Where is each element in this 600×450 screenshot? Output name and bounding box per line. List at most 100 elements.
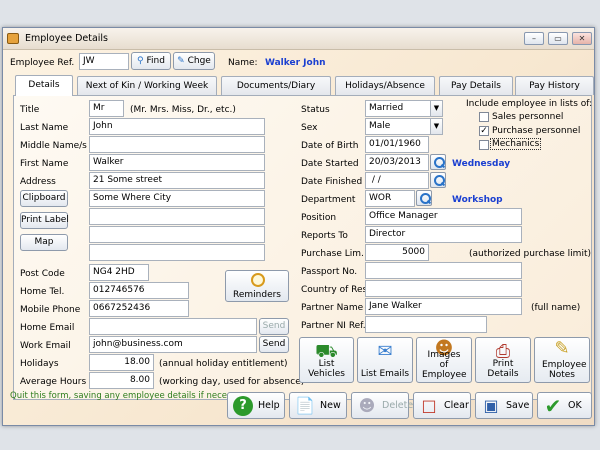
clear-icon: □ — [421, 396, 437, 415]
close-button[interactable]: ✕ — [572, 32, 592, 45]
country-input[interactable] — [365, 280, 522, 297]
holidays-input[interactable]: 18.00 — [89, 354, 154, 371]
chevron-down-icon[interactable]: ▼ — [430, 119, 442, 134]
date-started-input[interactable]: 20/03/2013 — [365, 154, 429, 171]
employee-ref-input[interactable]: JW — [79, 53, 129, 70]
ok-label: OK — [568, 400, 582, 411]
address-line-3[interactable] — [89, 208, 265, 225]
help-icon: ? — [233, 396, 253, 416]
first-name-input[interactable]: Walker — [89, 154, 265, 171]
maximize-button[interactable]: ▭ — [548, 32, 568, 45]
tab-holidays-absence[interactable]: Holidays/Absence — [335, 76, 435, 95]
status-select[interactable]: Married ▼ — [365, 100, 443, 117]
minimize-button[interactable]: – — [524, 32, 544, 45]
calendar-lookup-icon[interactable] — [430, 154, 446, 170]
mobile-input[interactable]: 0667252436 — [89, 300, 189, 317]
print-details-button[interactable]: ⎙ Print Details — [475, 337, 531, 383]
reports-to-input[interactable]: Director — [365, 226, 522, 243]
home-tel-input[interactable]: 012746576 — [89, 282, 189, 299]
department-search-icon[interactable] — [416, 190, 432, 206]
employee-ref-label: Employee Ref. — [10, 58, 75, 68]
list-vehicles-label: List Vehicles — [308, 359, 345, 379]
passport-input[interactable] — [365, 262, 522, 279]
dob-input[interactable]: 01/01/1960 — [365, 136, 429, 153]
change-button[interactable]: ✎ Chge — [173, 52, 215, 70]
post-code-label: Post Code — [20, 269, 65, 279]
sex-select[interactable]: Male ▼ — [365, 118, 443, 135]
tab-next-of-kin[interactable]: Next of Kin / Working Week — [77, 76, 217, 95]
find-button[interactable]: ⚲ Find — [131, 52, 171, 70]
title-hint: (Mr. Mrs. Miss, Dr., etc.) — [130, 105, 236, 115]
list-emails-label: List Emails — [360, 369, 410, 379]
search-icon: ⚲ — [137, 56, 144, 66]
print-label-button[interactable]: Print Label — [20, 212, 69, 229]
name-label: Name: — [228, 58, 258, 68]
tab-details[interactable]: Details — [15, 75, 73, 96]
partner-name-input[interactable]: Jane Walker — [365, 298, 522, 315]
chevron-down-icon[interactable]: ▼ — [430, 101, 442, 116]
footer-hint: Quit this form, saving any employee deta… — [10, 391, 252, 401]
work-email-input[interactable]: john@business.com — [89, 336, 257, 353]
window-title: Employee Details — [25, 33, 109, 44]
title-input[interactable]: Mr — [89, 100, 124, 117]
app-icon — [7, 33, 19, 44]
holidays-label: Holidays — [20, 359, 59, 369]
status-label: Status — [301, 105, 330, 115]
purchase-personnel-label: Purchase personnel — [492, 126, 581, 136]
holidays-hint: (annual holiday entitlement) — [159, 359, 288, 369]
purchase-personnel-checkbox[interactable]: ✓ — [479, 126, 489, 136]
date-finished-label: Date Finished — [301, 177, 363, 187]
clipboard-button[interactable]: Clipboard — [20, 190, 68, 207]
position-input[interactable]: Office Manager — [365, 208, 522, 225]
partner-ni-input[interactable] — [365, 316, 487, 333]
employee-details-window: Employee Details – ▭ ✕ Employee Ref. JW … — [2, 27, 595, 426]
mechanics-checkbox[interactable] — [479, 140, 489, 150]
address-line-5[interactable] — [89, 244, 265, 261]
list-emails-button[interactable]: ✉ List Emails — [357, 337, 413, 383]
employee-notes-button[interactable]: ✎ Employee Notes — [534, 337, 590, 383]
date-started-day: Wednesday — [452, 159, 511, 169]
address-line-1[interactable]: 21 Some street — [89, 172, 265, 189]
images-of-employee-button[interactable]: ☻ Images of Employee — [416, 337, 472, 383]
last-name-input[interactable]: John — [89, 118, 265, 135]
clear-label: Clear — [444, 400, 469, 411]
tab-documents-diary[interactable]: Documents/Diary — [221, 76, 331, 95]
middle-names-input[interactable] — [89, 136, 265, 153]
employee-name-display: Walker John — [265, 58, 326, 68]
mobile-label: Mobile Phone — [20, 305, 81, 315]
tab-pay-details[interactable]: Pay Details — [439, 76, 513, 95]
tab-pay-history[interactable]: Pay History — [515, 76, 594, 95]
calendar-lookup-icon[interactable] — [430, 172, 446, 188]
position-label: Position — [301, 213, 337, 223]
mechanics-label: Mechanics — [490, 138, 542, 150]
home-email-input[interactable] — [89, 318, 257, 335]
purchase-limit-input[interactable]: 5000 — [365, 244, 429, 261]
person-delete-icon: ☻ — [358, 396, 376, 415]
date-finished-input[interactable]: / / — [365, 172, 429, 189]
help-button[interactable]: ? Help — [227, 392, 285, 419]
delete-button[interactable]: ☻ Delete — [351, 392, 413, 419]
new-button[interactable]: 📄 New — [289, 392, 347, 419]
map-button[interactable]: Map — [20, 234, 68, 251]
clear-button[interactable]: □ Clear — [413, 392, 471, 419]
address-line-2[interactable]: Some Where City — [89, 190, 265, 207]
post-code-input[interactable]: NG4 2HD — [89, 264, 149, 281]
send-work-email-button[interactable]: Send — [259, 336, 289, 353]
partner-ni-label: Partner NI Ref. — [301, 321, 366, 331]
dob-label: Date of Birth — [301, 141, 359, 151]
employee-notes-text: Employee Notes — [542, 360, 587, 380]
sex-label: Sex — [301, 123, 318, 133]
status-value: Married — [369, 103, 404, 113]
new-label: New — [320, 400, 341, 411]
avg-hours-input[interactable]: 8.00 — [89, 372, 154, 389]
save-button[interactable]: ▣ Save — [475, 392, 533, 419]
ok-button[interactable]: ✔ OK — [537, 392, 592, 419]
reminders-button[interactable]: Reminders — [225, 270, 289, 302]
sales-personnel-checkbox[interactable] — [479, 112, 489, 122]
list-vehicles-button[interactable]: ⛟ List Vehicles — [299, 337, 354, 383]
department-input[interactable]: WOR — [365, 190, 415, 207]
address-line-4[interactable] — [89, 226, 265, 243]
work-email-label: Work Email — [20, 341, 71, 351]
reports-to-label: Reports To — [301, 231, 348, 241]
send-home-email-button[interactable]: Send — [259, 318, 289, 335]
